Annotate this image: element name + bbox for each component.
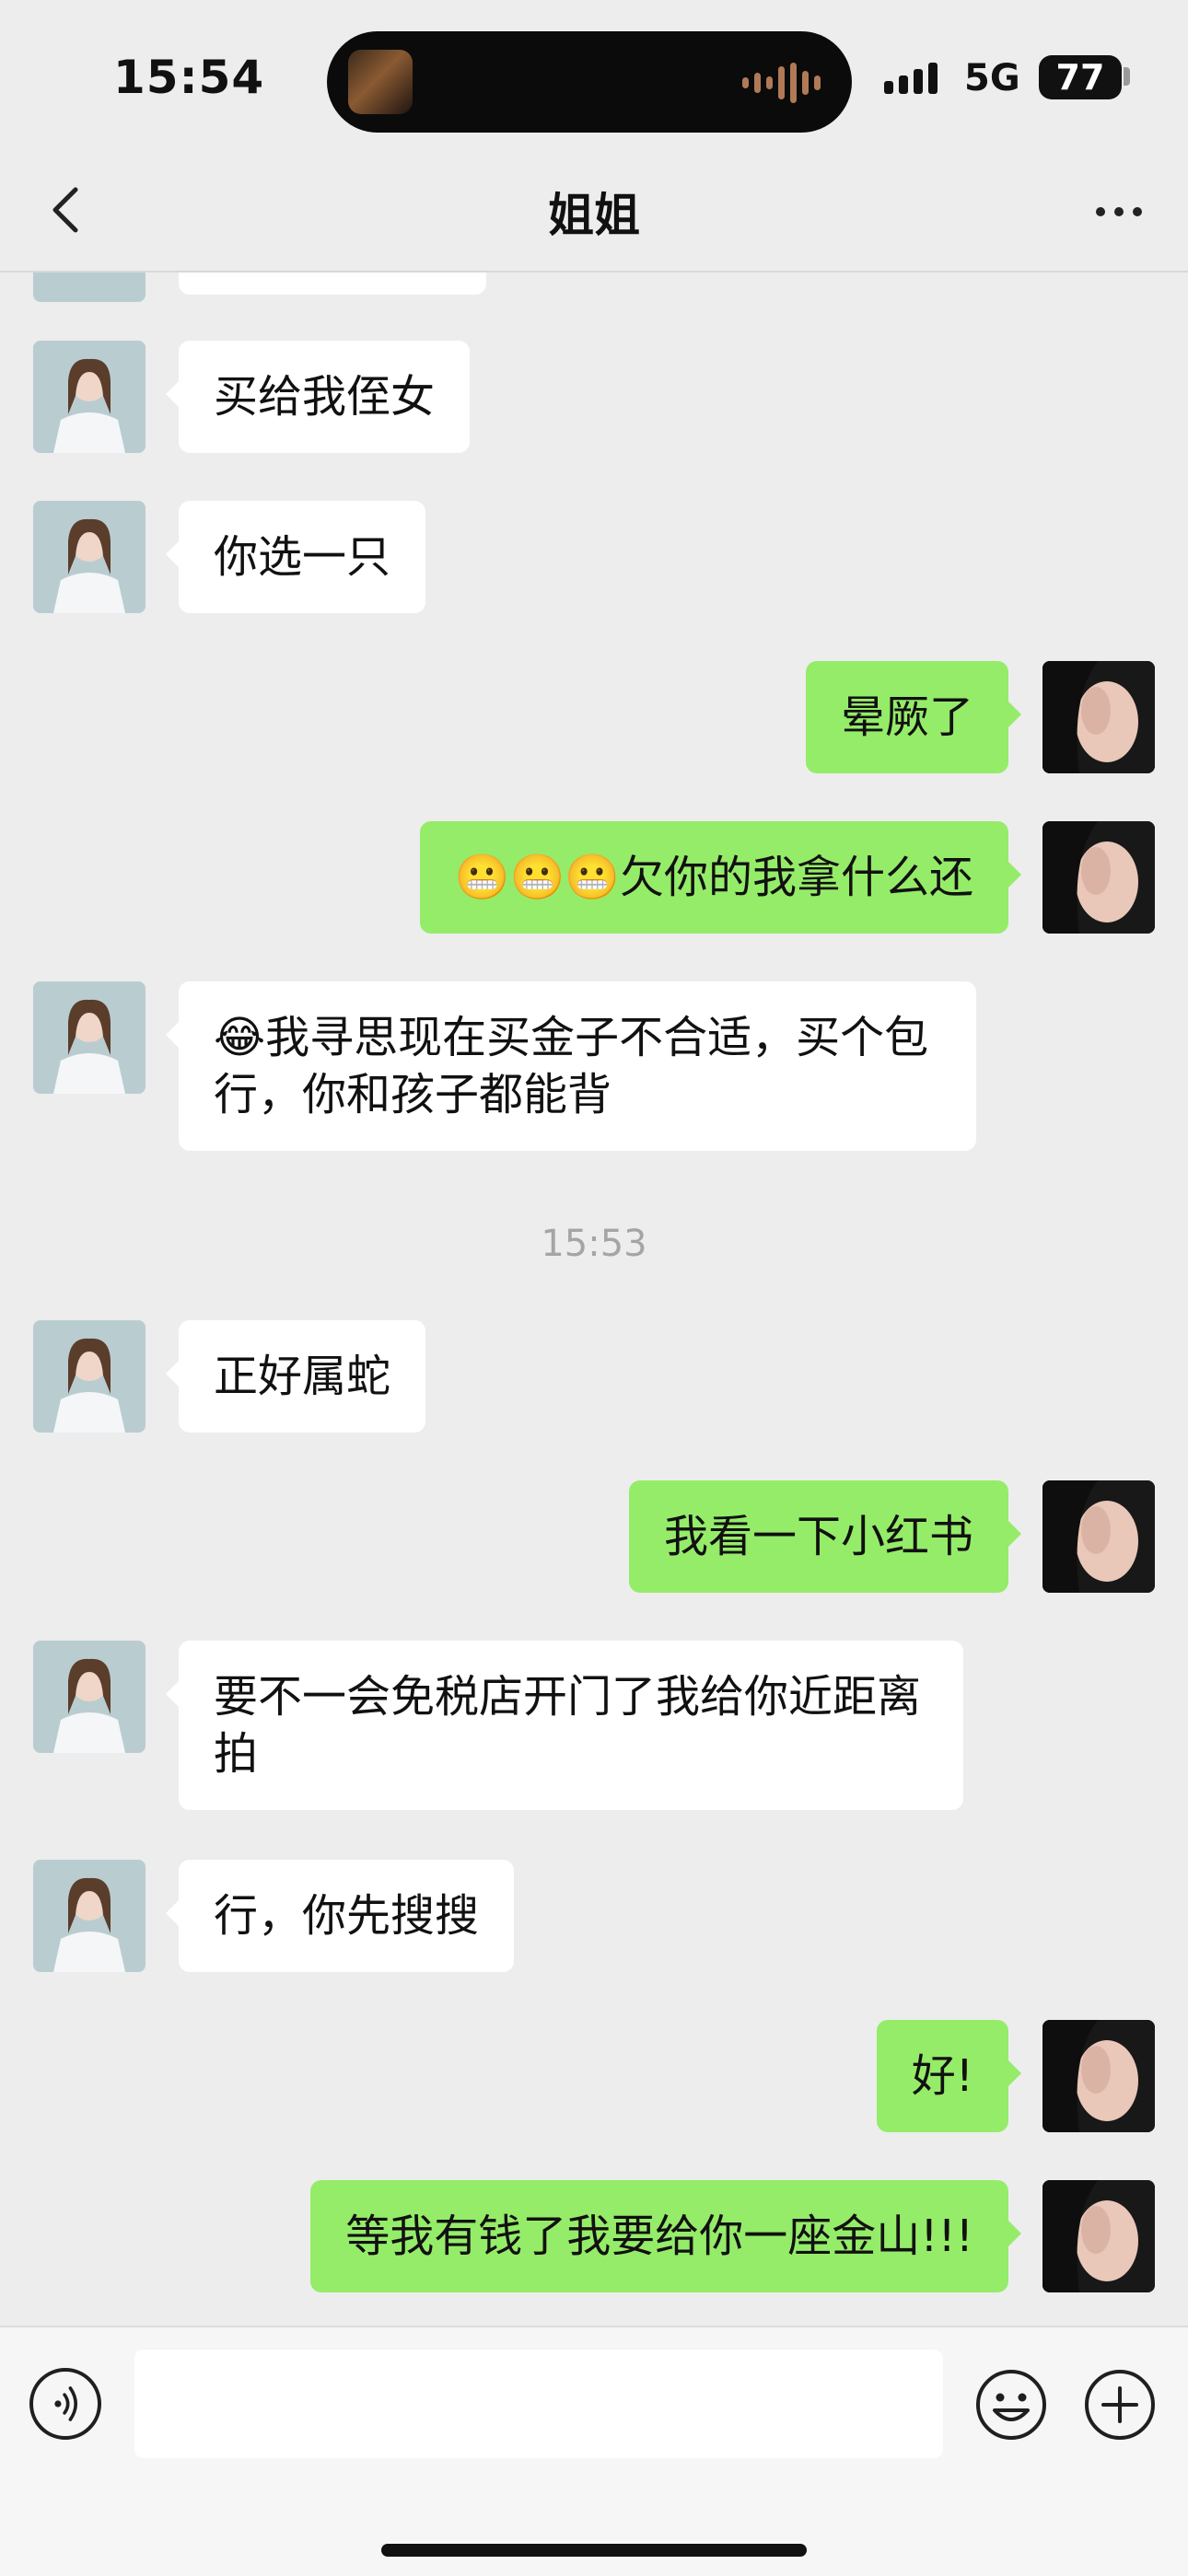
timestamp: 15:53 — [541, 1223, 647, 1265]
chat-title: 姐姐 — [548, 189, 640, 242]
more-options-icon[interactable] — [1087, 184, 1151, 239]
clock: 15:54 — [113, 51, 265, 104]
network-type: 5G — [964, 57, 1020, 99]
dynamic-island[interactable] — [327, 31, 852, 133]
message-bubble: 你选一只 — [165, 501, 426, 613]
message-bubble: 😬😬😬欠你的我拿什么还 — [419, 821, 1022, 934]
my-avatar[interactable] — [1042, 661, 1155, 773]
status-bar: 15:54 5G 77 — [0, 0, 1188, 157]
battery-tip — [1124, 67, 1130, 86]
my-avatar[interactable] — [1042, 1480, 1155, 1593]
message-bubble-clipped — [179, 273, 486, 295]
battery-icon: 77 — [1039, 55, 1122, 99]
message-input[interactable] — [134, 2350, 943, 2458]
home-indicator[interactable] — [381, 2544, 807, 2557]
message-bubble: 买给我侄女 — [165, 341, 471, 453]
contact-avatar[interactable] — [33, 273, 146, 302]
message-bubble: 等我有钱了我要给你一座金山!!! — [310, 2180, 1021, 2292]
my-avatar[interactable] — [1042, 2020, 1155, 2132]
contact-avatar[interactable] — [33, 341, 146, 453]
emoji-icon[interactable] — [974, 2368, 1048, 2442]
message-bubble: 好! — [876, 2020, 1022, 2132]
cellular-signal-icon — [884, 59, 938, 94]
contact-avatar[interactable] — [33, 501, 146, 613]
my-avatar[interactable] — [1042, 2180, 1155, 2292]
contact-avatar[interactable] — [33, 1320, 146, 1433]
contact-avatar[interactable] — [33, 981, 146, 1094]
contact-avatar[interactable] — [33, 1860, 146, 1972]
plus-more-icon[interactable] — [1083, 2368, 1157, 2442]
message-bubble: 行，你先搜搜 — [165, 1860, 515, 1972]
audio-waveform-icon — [742, 63, 821, 103]
message-bubble: 正好属蛇 — [165, 1320, 426, 1433]
my-avatar[interactable] — [1042, 821, 1155, 934]
message-bubble: 😂我寻思现在买金子不合适，买个包行，你和孩子都能背 — [166, 981, 976, 1151]
message-bubble: 要不一会免税店开门了我给你近距离拍 — [166, 1641, 963, 1810]
contact-avatar[interactable] — [33, 1641, 146, 1753]
voice-input-icon[interactable] — [29, 2368, 101, 2440]
now-playing-artwork — [348, 50, 413, 114]
message-list[interactable]: 买给我侄女 你选一只 晕厥了 😬😬😬欠你的我拿什么还 😂我寻思现在买金子不合适，… — [0, 273, 1188, 2326]
message-bubble: 晕厥了 — [805, 661, 1022, 773]
message-bubble: 我看一下小红书 — [628, 1480, 1022, 1593]
input-bar — [0, 2326, 1188, 2576]
chat-header: 姐姐 — [0, 157, 1188, 273]
